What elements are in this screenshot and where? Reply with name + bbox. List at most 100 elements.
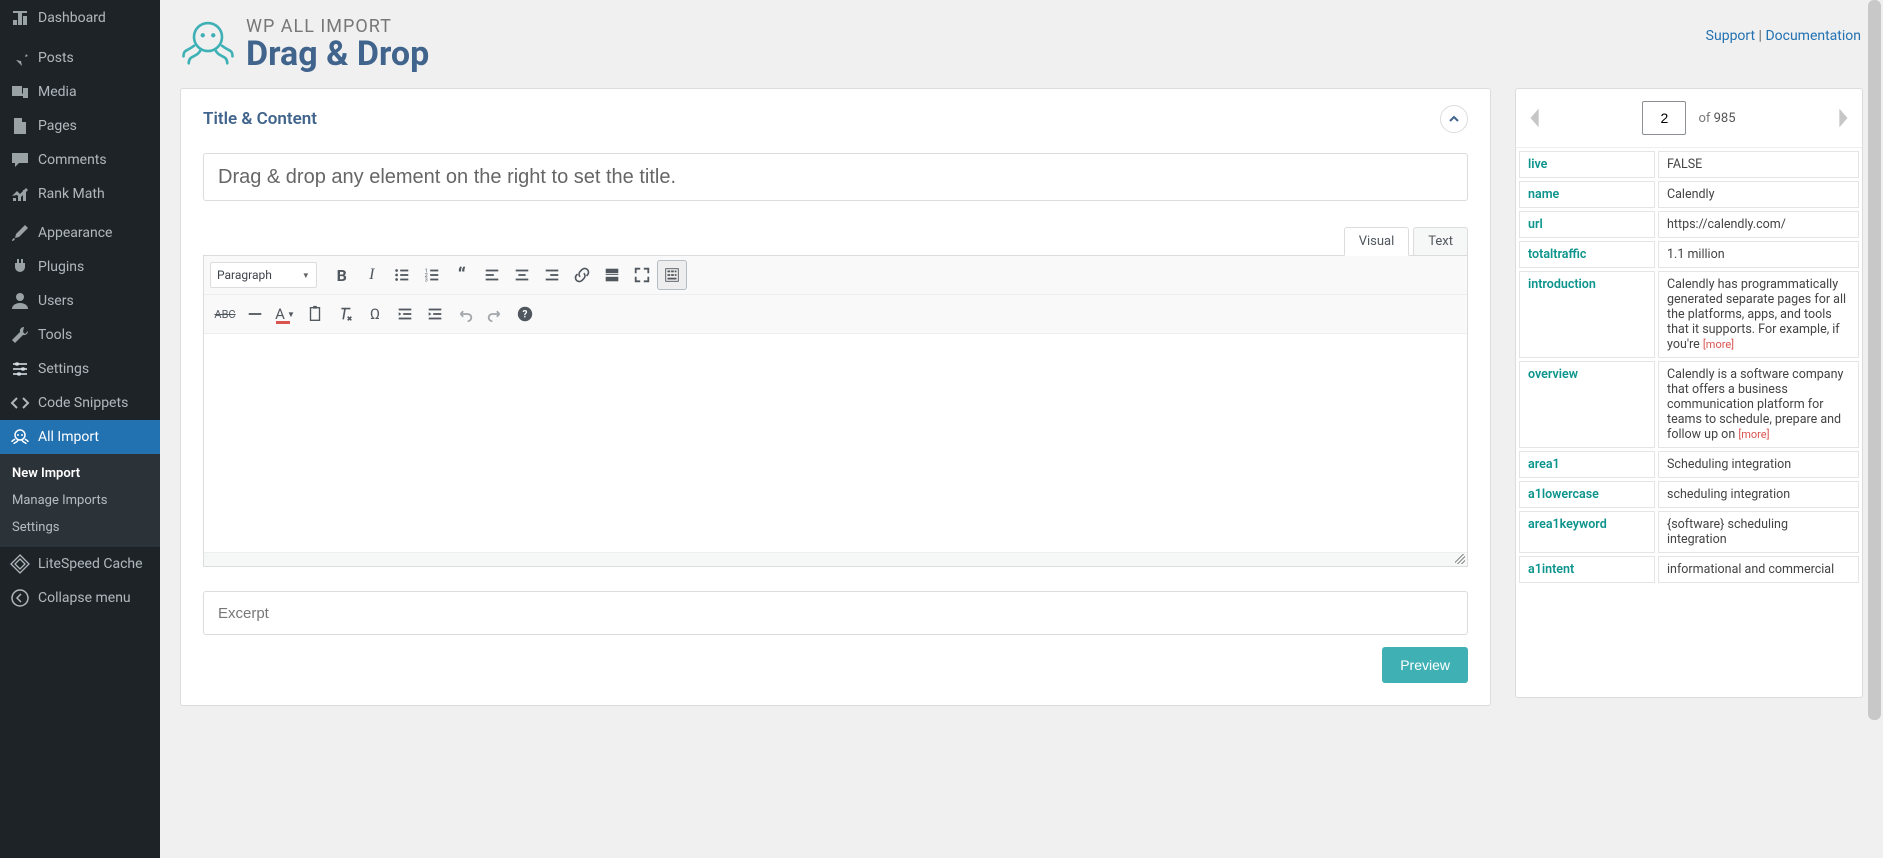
data-field-key[interactable]: area1keyword [1519,511,1655,553]
data-field-key[interactable]: live [1519,151,1655,178]
sidebar-item-media[interactable]: Media [0,75,160,109]
sidebar-item-settings[interactable]: Settings [0,352,160,386]
prev-record-button[interactable] [1522,101,1546,135]
sidebar-item-litespeed[interactable]: LiteSpeed Cache [0,547,160,581]
data-field-value[interactable]: {software} scheduling integration [1658,511,1859,553]
dashboard-icon [10,8,30,28]
link-button[interactable] [567,260,597,290]
data-field-key[interactable]: url [1519,211,1655,238]
data-field-value[interactable]: Calendly [1658,181,1859,208]
redo-button[interactable] [480,299,510,329]
sidebar-item-posts[interactable]: Posts [0,41,160,75]
excerpt-input[interactable] [203,591,1468,635]
sidebar-item-dashboard[interactable]: Dashboard [0,0,160,36]
data-field-value[interactable]: Calendly is a software company that offe… [1658,361,1859,448]
editor-tab-text[interactable]: Text [1413,227,1468,256]
numbered-list-button[interactable]: 123 [417,260,447,290]
bullet-list-button[interactable] [387,260,417,290]
sidebar-item-users[interactable]: Users [0,284,160,318]
preview-button[interactable]: Preview [1382,647,1468,683]
data-field-row[interactable]: a1lowercasescheduling integration [1519,481,1859,508]
readmore-button[interactable] [597,260,627,290]
align-right-button[interactable] [537,260,567,290]
sidebar-item-rankmath[interactable]: Rank Math [0,177,160,211]
data-field-value[interactable]: FALSE [1658,151,1859,178]
pin-icon [10,48,30,68]
sidebar-item-pages[interactable]: Pages [0,109,160,143]
blockquote-button[interactable]: “ [447,260,477,290]
data-field-row[interactable]: nameCalendly [1519,181,1859,208]
toolbar-toggle-button[interactable] [657,260,687,290]
sidebar-label: Plugins [38,259,84,275]
sidebar-item-appearance[interactable]: Appearance [0,216,160,250]
record-total: of 985 [1698,111,1735,126]
resize-handle[interactable] [1455,554,1465,564]
submenu-settings[interactable]: Settings [0,514,160,541]
indent-button[interactable] [420,299,450,329]
data-field-value[interactable]: informational and commercial [1658,556,1859,583]
submenu-manage-imports[interactable]: Manage Imports [0,487,160,514]
data-field-key[interactable]: a1lowercase [1519,481,1655,508]
title-input[interactable] [203,153,1468,201]
bold-button[interactable]: B [327,260,357,290]
sidebar-label: Posts [38,50,74,66]
svg-text:?: ? [523,310,528,321]
data-field-key[interactable]: totaltraffic [1519,241,1655,268]
italic-button[interactable]: I [357,260,387,290]
data-field-row[interactable]: totaltraffic1.1 million [1519,241,1859,268]
align-left-button[interactable] [477,260,507,290]
data-field-row[interactable]: overviewCalendly is a software company t… [1519,361,1859,448]
data-field-row[interactable]: introductionCalendly has programmaticall… [1519,271,1859,358]
panel-collapse-button[interactable] [1440,105,1468,133]
data-field-value[interactable]: scheduling integration [1658,481,1859,508]
data-field-value[interactable]: 1.1 million [1658,241,1859,268]
text-color-button[interactable]: A▼ [270,299,300,329]
content-editor-area[interactable] [204,334,1467,552]
special-character-button[interactable]: Ω [360,299,390,329]
data-field-row[interactable]: a1intentinformational and commercial [1519,556,1859,583]
page-title: Drag & Drop [246,37,429,71]
octopus-icon [10,427,30,447]
support-link[interactable]: Support [1706,28,1755,44]
help-button[interactable]: ? [510,299,540,329]
data-field-key[interactable]: introduction [1519,271,1655,358]
data-field-key[interactable]: area1 [1519,451,1655,478]
sidebar-item-collapse[interactable]: Collapse menu [0,581,160,615]
next-record-button[interactable] [1832,101,1856,135]
more-link[interactable]: [more] [1738,428,1769,441]
sidebar-item-codesnippets[interactable]: Code Snippets [0,386,160,420]
sidebar-item-allimport[interactable]: All Import [0,420,160,454]
fullscreen-button[interactable] [627,260,657,290]
data-field-key[interactable]: name [1519,181,1655,208]
page-icon [10,116,30,136]
sidebar-item-comments[interactable]: Comments [0,143,160,177]
data-browser-body[interactable]: liveFALSEnameCalendlyurlhttps://calendly… [1516,148,1862,697]
data-field-value[interactable]: Scheduling integration [1658,451,1859,478]
sidebar-item-tools[interactable]: Tools [0,318,160,352]
data-field-row[interactable]: liveFALSE [1519,151,1859,178]
documentation-link[interactable]: Documentation [1765,28,1861,44]
outdent-button[interactable] [390,299,420,329]
sidebar-item-plugins[interactable]: Plugins [0,250,160,284]
record-number-input[interactable] [1642,101,1686,135]
data-field-key[interactable]: a1intent [1519,556,1655,583]
page-scrollbar[interactable] [1866,0,1883,858]
undo-button[interactable] [450,299,480,329]
brush-icon [10,223,30,243]
strikethrough-button[interactable]: ABC [210,299,240,329]
align-center-button[interactable] [507,260,537,290]
data-field-row[interactable]: area1keyword{software} scheduling integr… [1519,511,1859,553]
horizontal-line-button[interactable] [240,299,270,329]
paste-text-button[interactable] [300,299,330,329]
data-field-value[interactable]: Calendly has programmatically generated … [1658,271,1859,358]
data-field-row[interactable]: urlhttps://calendly.com/ [1519,211,1859,238]
submenu-new-import[interactable]: New Import [0,460,160,487]
editor-tab-visual[interactable]: Visual [1344,227,1410,256]
data-field-value[interactable]: https://calendly.com/ [1658,211,1859,238]
more-link[interactable]: [more] [1703,338,1734,351]
data-field-key[interactable]: overview [1519,361,1655,448]
clear-formatting-button[interactable] [330,299,360,329]
format-select[interactable]: Paragraph [210,262,317,288]
sliders-icon [10,359,30,379]
data-field-row[interactable]: area1Scheduling integration [1519,451,1859,478]
